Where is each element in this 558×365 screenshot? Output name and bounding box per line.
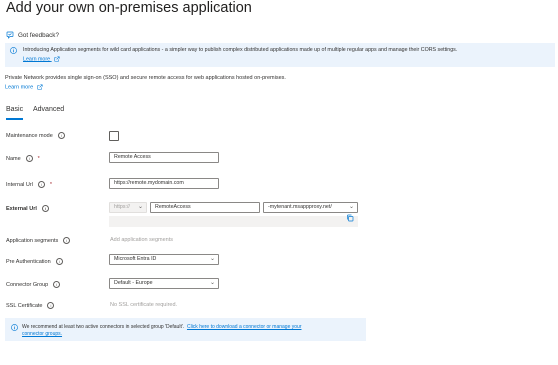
pre-authentication-select[interactable]: Microsoft Entra ID ⌄ <box>109 254 219 265</box>
chevron-down-icon: ⌄ <box>137 204 143 210</box>
notice-text: We recommend at least two active connect… <box>22 324 302 330</box>
chevron-down-icon: ⌄ <box>209 280 215 286</box>
info-icon[interactable]: i <box>53 281 61 288</box>
pre-authentication-label: Pre Authentication i <box>6 258 63 265</box>
description-learn-more-link[interactable]: Learn more <box>5 84 43 90</box>
info-icon[interactable]: i <box>63 237 71 244</box>
maintenance-mode-label: Maintenance mode i <box>6 132 65 139</box>
selected-tab-indicator <box>6 118 23 120</box>
connector-group-select[interactable]: Default - Europe ⌄ <box>109 278 219 289</box>
ssl-certificate-label: SSL Certificate i <box>6 302 55 309</box>
info-icon[interactable]: i <box>57 132 65 139</box>
feedback-button[interactable]: Got feedback? <box>6 29 59 41</box>
tab-advanced[interactable]: Advanced <box>33 106 64 113</box>
banner-learn-more-link[interactable]: Learn more <box>23 56 60 62</box>
connector-notice: We recommend at least two active connect… <box>5 318 366 341</box>
add-application-segments-link[interactable]: Add application segments <box>110 237 173 243</box>
chevron-down-icon: ⌄ <box>348 204 354 210</box>
feedback-icon <box>6 31 14 39</box>
internal-url-label: Internal Url i * <box>6 181 53 188</box>
page-description: Private Network provides single sign-on … <box>5 75 286 81</box>
application-segments-label: Application segments i <box>6 237 71 244</box>
info-icon[interactable]: i <box>41 205 49 212</box>
banner-text: Introducing Application segments for wil… <box>23 47 458 53</box>
info-icon <box>10 47 17 54</box>
external-url-protocol-select: https://⌄ <box>109 202 147 213</box>
maintenance-mode-checkbox[interactable] <box>109 131 119 141</box>
chevron-down-icon: ⌄ <box>209 256 215 262</box>
external-url-label: External Url i <box>6 205 49 212</box>
info-icon[interactable]: i <box>25 155 33 162</box>
internal-url-input[interactable]: https://remote.mydomain.com <box>109 178 219 189</box>
more-options-icon[interactable]: ··· <box>216 1 227 13</box>
name-label: Name i * <box>6 155 40 162</box>
info-banner: Introducing Application segments for wil… <box>5 43 555 67</box>
page-title: Add your own on-premises application <box>6 0 252 16</box>
info-icon[interactable]: i <box>37 181 45 188</box>
external-url-subdomain-input[interactable]: RemoteAccess <box>150 202 260 213</box>
info-icon[interactable]: i <box>55 258 63 265</box>
feedback-label: Got feedback? <box>18 31 59 39</box>
external-url-preview <box>109 216 358 227</box>
name-input[interactable]: Remote Access <box>109 152 219 163</box>
ssl-certificate-value: No SSL certificate required. <box>110 302 178 308</box>
info-icon <box>11 324 18 331</box>
connector-groups-link[interactable]: connector groups. <box>22 331 62 337</box>
tab-basic[interactable]: Basic <box>6 106 23 113</box>
external-link-icon <box>37 84 43 90</box>
copy-icon[interactable] <box>346 214 354 222</box>
external-url-domain-select[interactable]: -mytenant.msappproxy.net/⌄ <box>263 202 358 213</box>
info-icon[interactable]: i <box>47 302 55 309</box>
connector-group-label: Connector Group i <box>6 281 61 288</box>
download-connector-link[interactable]: Click here to download a connector or ma… <box>187 324 302 330</box>
external-link-icon <box>54 56 60 62</box>
